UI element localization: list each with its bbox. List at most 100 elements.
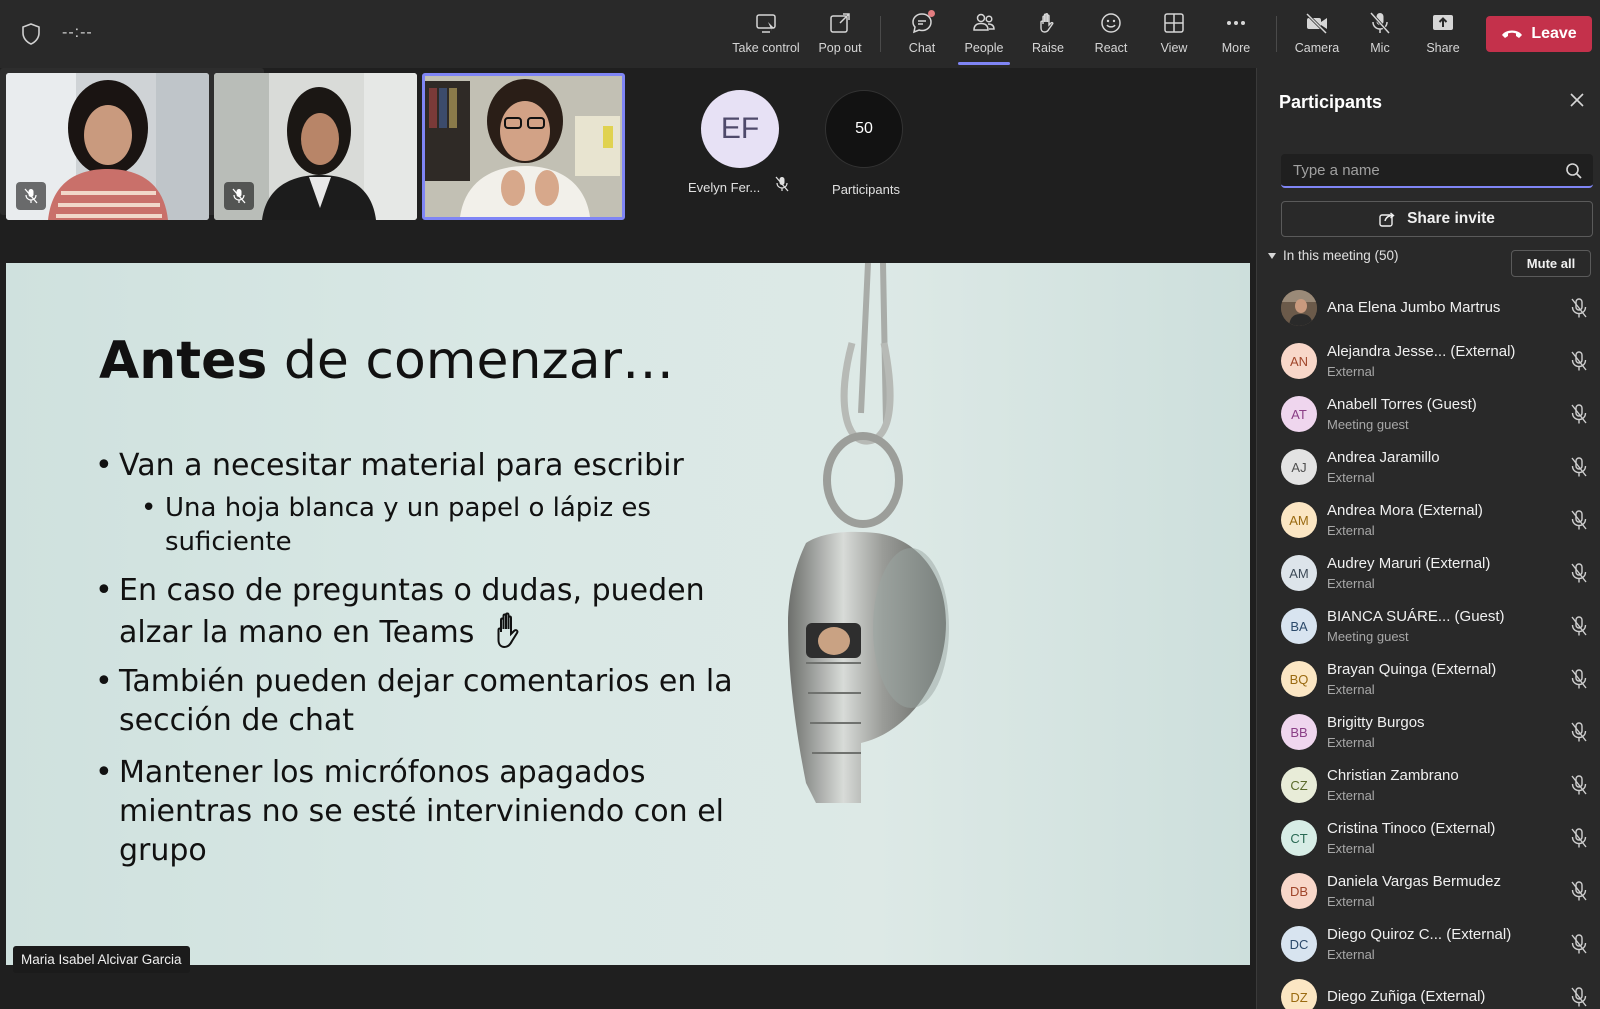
bullet-dot: • [95,448,113,483]
raise-hand-icon [1040,13,1054,33]
mic-off-icon[interactable] [1569,615,1589,642]
participant-role: External [1327,470,1375,485]
participant-row[interactable]: AJ Andrea Jaramillo External [1257,442,1600,492]
chat-button[interactable]: Chat [902,8,942,62]
participant-role: External [1327,788,1375,803]
active-speaker-video-tile[interactable] [422,73,625,220]
mic-off-icon[interactable] [1569,721,1589,748]
mic-off-icon[interactable] [1569,827,1589,854]
in-meeting-section-toggle[interactable]: In this meeting (50) [1267,248,1399,263]
leave-button[interactable]: Leave [1486,16,1592,52]
take-control-icon [756,14,776,33]
mic-off-icon[interactable] [1569,297,1589,324]
participant-row[interactable]: AT Anabell Torres (Guest) Meeting guest [1257,389,1600,439]
participant-video-tile[interactable] [214,73,417,220]
more-label: More [1221,41,1251,55]
toolbar-divider [1276,16,1277,52]
view-button[interactable]: View [1156,8,1192,62]
share-label: Share [1426,41,1460,55]
mic-off-icon [232,188,246,204]
camera-button[interactable]: Camera [1292,8,1342,62]
participant-row[interactable]: DB Daniela Vargas Bermudez External [1257,866,1600,916]
meeting-timer: --:-- [62,24,93,41]
camera-label: Camera [1294,41,1340,55]
participant-row[interactable]: AN Alejandra Jesse... (External) External [1257,336,1600,386]
mic-button[interactable]: Mic [1362,8,1398,62]
avatar-initials: AN [1289,353,1309,369]
slide-title: Antes de comenzar… [99,331,674,391]
avatar-initials: DB [1289,883,1309,899]
mic-off-icon[interactable] [1569,986,1589,1009]
mic-off-icon[interactable] [1569,403,1589,430]
participant-avatar: AM [1281,555,1317,591]
participant-avatar: BQ [1281,661,1317,697]
pop-out-button[interactable]: Pop out [812,8,868,62]
search-input[interactable] [1281,154,1551,186]
mic-off-icon[interactable] [1569,456,1589,483]
mic-off-icon[interactable] [1569,668,1589,695]
participant-avatar: CZ [1281,767,1317,803]
chevron-down-icon [1268,252,1276,259]
take-control-button[interactable]: Take control [726,8,806,62]
participant-row[interactable]: Ana Elena Jumbo Martrus [1257,283,1600,333]
participant-count-button[interactable]: 50 [825,90,903,168]
mic-off-icon[interactable] [1569,509,1589,536]
participant-role: Meeting guest [1327,629,1409,644]
participant-avatar: BB [1281,714,1317,750]
react-button[interactable]: React [1090,8,1132,62]
participant-avatar[interactable]: EF [701,90,779,168]
grid-view-icon [1164,13,1184,33]
participant-row[interactable]: BB Brigitty Burgos External [1257,707,1600,757]
raised-hand-icon [497,612,519,649]
mic-off-icon[interactable] [1569,350,1589,377]
participant-avatar: DZ [1281,979,1317,1009]
mic-off-icon[interactable] [1569,774,1589,801]
share-invite-button[interactable]: Share invite [1281,201,1593,237]
share-button[interactable]: Share [1424,8,1462,62]
bullet-text: sección de chat [119,703,355,738]
mic-off-icon[interactable] [1569,562,1589,589]
participant-avatar: DB [1281,873,1317,909]
more-button[interactable]: More [1218,8,1254,62]
slide-bullet: • Mantener los micrófonos apagados mientra… [95,753,724,870]
participant-avatar: AM [1281,502,1317,538]
search-icon[interactable] [1565,162,1583,180]
mic-off-icon[interactable] [1569,880,1589,907]
participant-row[interactable]: BQ Brayan Quinga (External) External [1257,654,1600,704]
participant-row[interactable]: DC Diego Quiroz C... (External) External [1257,919,1600,969]
more-dots-icon [1227,21,1245,25]
react-label: React [1094,41,1128,55]
participant-name: Brigitty Burgos [1327,714,1425,731]
camera-off-icon [1305,12,1328,35]
pop-out-icon [830,13,850,33]
avatar-initials: BQ [1289,671,1309,687]
shield-icon[interactable] [20,22,42,46]
participant-row[interactable]: AM Andrea Mora (External) External [1257,495,1600,545]
mute-all-button[interactable]: Mute all [1511,250,1591,277]
participant-video-tile[interactable] [6,73,209,220]
bullet-dot: • [95,573,113,608]
meeting-stage: EF Evelyn Fer... 50 Participants Antes d… [0,68,1256,1009]
avatar-initials: DZ [1290,989,1308,1005]
participant-role: External [1327,894,1375,909]
close-icon[interactable] [1569,92,1585,108]
participant-avatar: DC [1281,926,1317,962]
participant-name: Diego Quiroz C... (External) [1327,926,1512,943]
participant-row[interactable]: BA BIANCA SUÁRE... (Guest) Meeting guest [1257,601,1600,651]
avatar-initials: BB [1290,724,1308,740]
participant-name: Cristina Tinoco (External) [1327,820,1496,837]
bullet-text: Una hoja blanca y un papel o lápiz es [165,493,651,523]
participant-row[interactable]: DZ Diego Zuñiga (External) [1257,972,1600,1009]
participant-row[interactable]: CT Cristina Tinoco (External) External [1257,813,1600,863]
bullet-text: Mantener los micrófonos apagados [119,755,646,790]
raise-hand-button[interactable]: Raise [1028,8,1068,62]
mic-label: Mic [1370,41,1390,55]
participant-row[interactable]: CZ Christian Zambrano External [1257,760,1600,810]
mic-off-icon[interactable] [1569,933,1589,960]
participant-video [425,76,622,217]
toolbar-divider [880,16,881,52]
muted-indicator [224,182,254,210]
participant-avatar: BA [1281,608,1317,644]
participant-row[interactable]: AM Audrey Maruri (External) External [1257,548,1600,598]
people-button[interactable]: People [960,8,1008,62]
